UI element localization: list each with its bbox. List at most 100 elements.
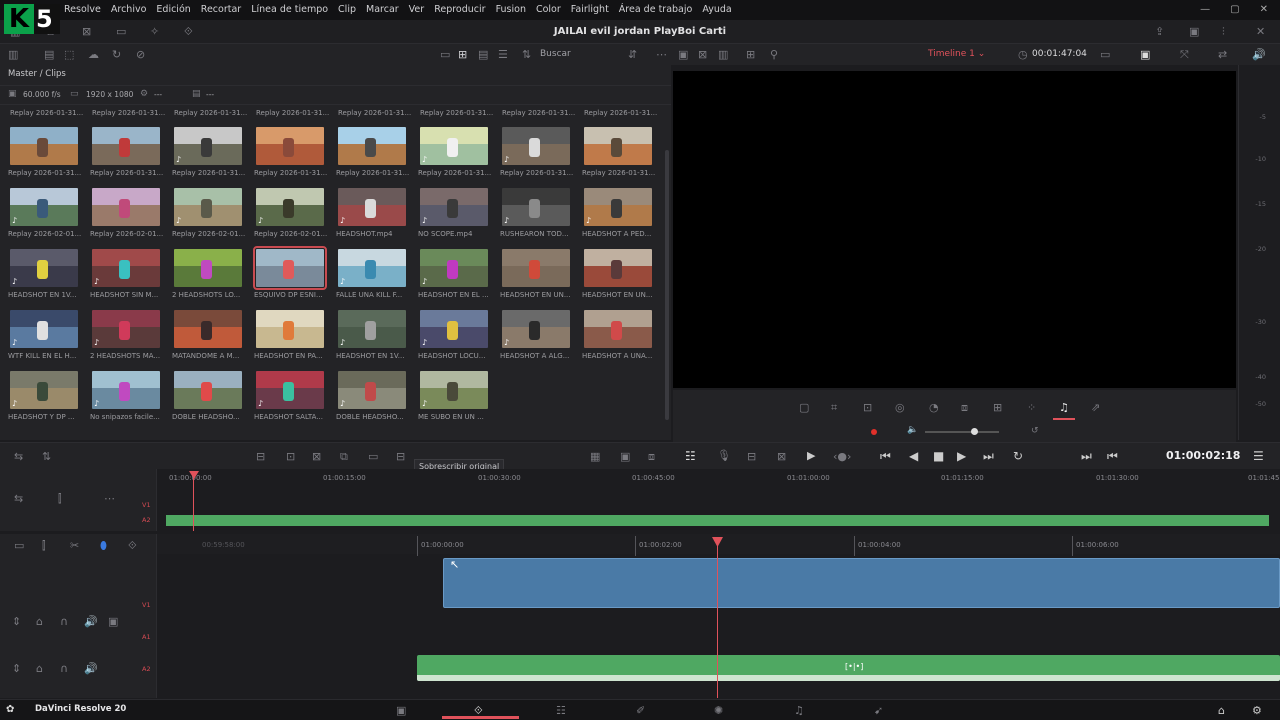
menu-fusion[interactable]: Fusion [491, 0, 531, 20]
mix-icon[interactable]: ⊟ [747, 451, 756, 462]
track-options-icon[interactable]: ⋯ [104, 493, 115, 504]
audio-tool-icon[interactable]: ♫ [1059, 402, 1069, 413]
menu-reproducir[interactable]: Reproducir [429, 0, 490, 20]
mini-playhead[interactable] [193, 472, 194, 531]
media-clip[interactable]: HEADSHOT EN UN... [500, 242, 578, 302]
filmstrip-view-icon[interactable]: ▭ [440, 49, 450, 60]
import-icon[interactable]: ⬚ [64, 49, 74, 60]
track-move-icon[interactable]: ⇕ [12, 663, 21, 674]
media-clip[interactable]: ♪ NO SCOPE.mp4 [418, 181, 496, 241]
sort-icon[interactable]: ⇅ [522, 49, 531, 60]
media-clip[interactable]: ♪ HEADSHOT SIN M... [90, 242, 168, 302]
zoom-icon[interactable]: ▭ [1100, 49, 1110, 60]
menu-area-de-trabajo[interactable]: Área de trabajo [614, 0, 698, 20]
append-icon[interactable]: ▭ [368, 451, 378, 462]
media-clip[interactable]: ♪ Replay 2026-01-31... [500, 120, 578, 180]
media-clip[interactable]: 2 HEADSHOTS LO... [172, 242, 250, 302]
close-icon[interactable]: ✕ [1260, 0, 1268, 20]
mini-audio-clip[interactable] [166, 515, 1269, 526]
stop-icon[interactable]: ■ [933, 450, 944, 462]
place-on-top-icon[interactable]: ⧉ [340, 451, 348, 462]
render-icon[interactable]: ▣ [1189, 26, 1199, 37]
headphone-icon[interactable]: ∩ [60, 663, 68, 674]
opacity-tool-icon[interactable]: ◎ [895, 402, 905, 413]
menu-archivo[interactable]: Archivo [106, 0, 152, 20]
dual-viewer-icon[interactable]: ⊞ [746, 49, 755, 60]
fx-tool-icon[interactable]: ⇗ [1091, 402, 1100, 413]
reset-icon[interactable]: ↺ [1031, 427, 1039, 436]
snap-icon[interactable]: ▣ [620, 451, 630, 462]
trim-icon[interactable]: ⫿ [42, 540, 46, 551]
replace-clip-icon[interactable]: ⊠ [312, 451, 321, 462]
thumbnail-view-icon[interactable]: ⊞ [458, 49, 467, 60]
menu-color[interactable]: Color [531, 0, 566, 20]
prev-marker-icon[interactable]: ‹●› [833, 451, 851, 462]
list-view-icon[interactable]: ☰ [498, 49, 508, 60]
track-lock-icon[interactable]: ⌂ [36, 616, 43, 627]
menu-edicion[interactable]: Edición [151, 0, 195, 20]
volume-slider[interactable] [925, 431, 999, 433]
media-clip[interactable]: ♪ ME SUBO EN UN ... [418, 364, 496, 424]
loop-icon[interactable]: ↻ [1013, 450, 1023, 462]
edit-index-icon[interactable]: ▭ [116, 26, 126, 37]
home-icon[interactable]: ⌂ [1218, 705, 1225, 716]
media-clip[interactable]: Replay 2026-01-31... [336, 120, 414, 180]
menu-ver[interactable]: Ver [404, 0, 430, 20]
fusion-page-icon[interactable]: ✐ [636, 705, 645, 716]
lens-tool-icon[interactable]: ⊞ [993, 402, 1002, 413]
select-mode-icon[interactable]: ⇆ [14, 451, 23, 462]
media-clip[interactable]: ♪ HEADSHOT.mp4 [336, 181, 414, 241]
timeline-view-icon[interactable]: ▭ [14, 540, 24, 551]
insert-clip-icon[interactable]: ⊟ [256, 451, 265, 462]
loop-clip-icon[interactable]: ⊠ [777, 451, 786, 462]
media-clip[interactable]: ♪ Replay 2026-02-01... [8, 181, 86, 241]
play-around-icon[interactable]: ▶ [807, 450, 815, 461]
media-clip[interactable]: Replay 2026-02-01... [90, 181, 168, 241]
volume-slider-handle[interactable] [971, 428, 978, 435]
media-clip[interactable]: ♪ FALLE UNA KILL F... [336, 242, 414, 302]
media-clip[interactable]: ESQUIVO DP ESNI... [253, 242, 332, 302]
sync-audio-icon[interactable]: ⇄ [1218, 49, 1227, 60]
crop-tool-icon[interactable]: ⌗ [831, 402, 837, 413]
stabilize-tool-icon[interactable]: ⧈ [961, 402, 968, 413]
cloud-icon[interactable]: ☁ [88, 49, 99, 60]
media-clip[interactable]: Replay 2026-01-31... [8, 120, 86, 180]
volume-icon[interactable]: 🔊 [1252, 49, 1266, 60]
viewer-mode-icon[interactable]: ▣ [678, 49, 688, 60]
track-monitor-icon[interactable]: ▣ [108, 616, 118, 627]
color-page-icon[interactable]: ✺ [714, 705, 723, 716]
media-clip[interactable]: Replay 2026-01-31... [582, 120, 660, 180]
go-to-start-icon[interactable]: ⏮ [880, 450, 891, 462]
fairlight-page-icon[interactable]: ♫ [794, 705, 804, 716]
search-input[interactable]: Buscar [540, 43, 571, 65]
split-view-icon[interactable]: ▥ [718, 49, 728, 60]
new-bin-icon[interactable]: ▤ [44, 49, 54, 60]
headphone-icon[interactable]: ∩ [60, 616, 68, 627]
media-clip[interactable]: Replay 2026-01-31... [254, 120, 332, 180]
media-pool-scrollbar[interactable] [665, 150, 669, 420]
track-lock-icon[interactable]: ⇆ [14, 493, 23, 504]
media-page-icon[interactable]: ▣ [396, 705, 406, 716]
speaker-icon[interactable]: 🔊 [84, 616, 98, 627]
ripple-overwrite-icon[interactable]: ⊟ [396, 451, 405, 462]
mixer-icon[interactable]: ⫶ [1222, 26, 1225, 37]
media-clip[interactable]: HEADSHOT EN PA... [254, 303, 332, 363]
media-clip[interactable]: ♪ Replay 2026-01-31... [418, 120, 496, 180]
menu-marcar[interactable]: Marcar [361, 0, 404, 20]
viewer-layout-icon[interactable]: ▣ [1140, 49, 1150, 60]
track-lock-icon[interactable]: ⌂ [36, 663, 43, 674]
maximize-icon[interactable]: ▢ [1230, 0, 1239, 20]
composite-tool-icon[interactable]: ⁘ [1027, 402, 1036, 413]
razor-icon[interactable]: ✂ [70, 540, 79, 551]
tools-icon[interactable]: ✕ [1256, 26, 1265, 37]
voice-over-icon[interactable]: 🎙 [717, 450, 731, 461]
speaker-icon[interactable]: 🔊 [84, 663, 98, 674]
menu-fairlight[interactable]: Fairlight [566, 0, 614, 20]
menu-resolve[interactable]: Resolve [59, 0, 106, 20]
speaker-icon[interactable]: 🔈 [907, 426, 918, 435]
marker-icon[interactable]: ⬮ [100, 540, 107, 551]
effects-icon[interactable]: ⊠ [82, 26, 91, 37]
media-clip[interactable]: ♪ Replay 2026-02-01... [254, 181, 332, 241]
media-clip[interactable]: HEADSHOT A UNA... [582, 303, 660, 363]
playhead[interactable] [717, 540, 718, 698]
